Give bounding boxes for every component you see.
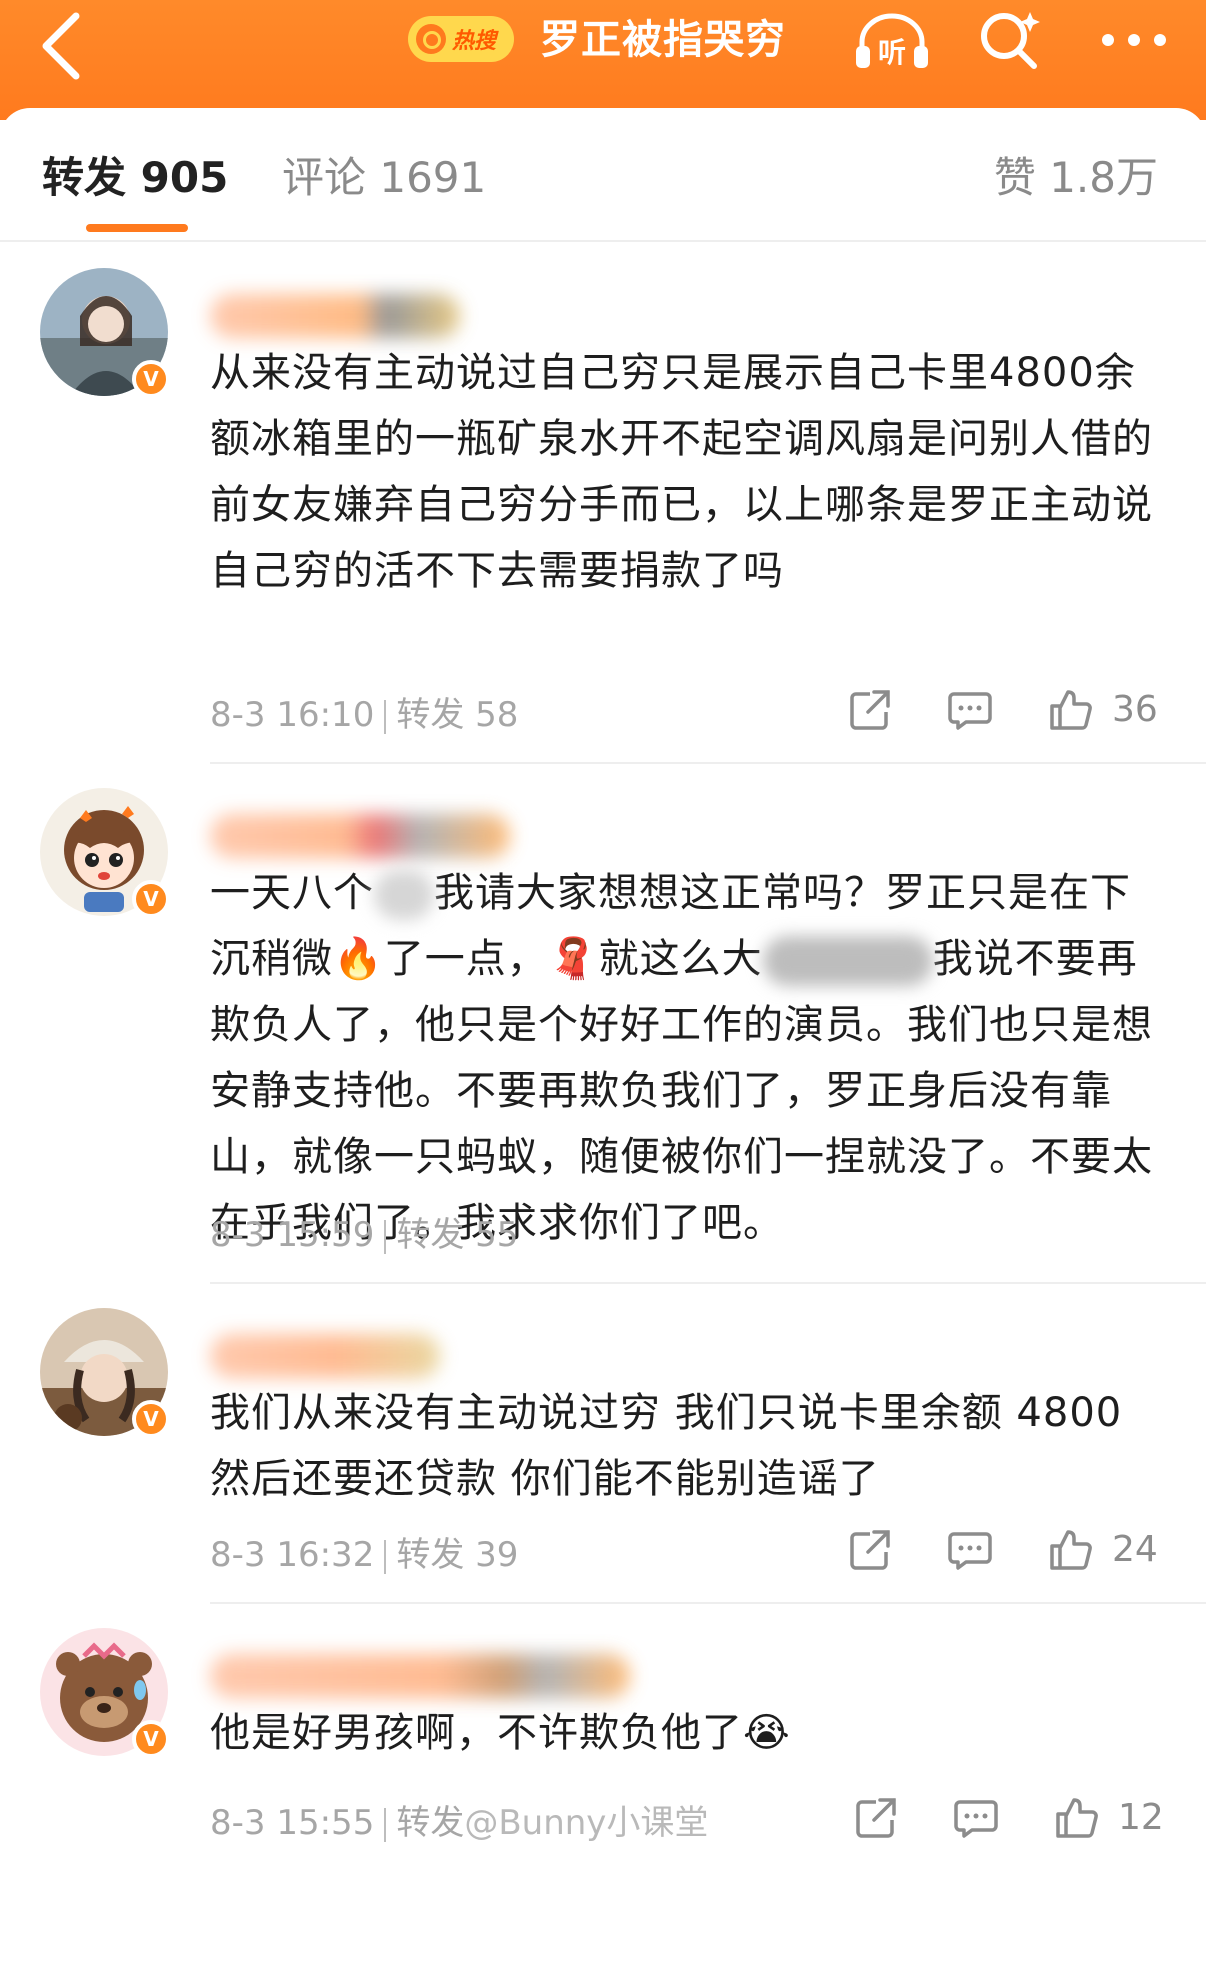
like-count: 24 [1112, 1529, 1158, 1570]
like-icon[interactable] [1046, 1526, 1094, 1574]
verified-badge-icon: V [132, 1400, 170, 1438]
verified-badge-icon: V [132, 880, 170, 918]
repost-count[interactable]: 转发 58 [396, 695, 518, 735]
comment-time: 8-3 16:32 [210, 1535, 375, 1575]
comment-time: 8-3 16:10 [210, 695, 375, 735]
fire-emoji-icon: 🔥 [333, 936, 384, 982]
more-button[interactable] [1094, 18, 1174, 62]
crying-emoji-icon: 😭 [743, 1710, 791, 1756]
comment-icon[interactable] [946, 1526, 994, 1574]
repost-count[interactable]: 转发 39 [396, 1535, 518, 1575]
verified-badge-icon: V [132, 1720, 170, 1758]
comment-text: 我们从来没有主动说过穷 我们只说卡里余额 4800 然后还要还贷款 你们能不能别… [210, 1390, 1123, 1502]
repost-count[interactable]: 转发 55 [396, 1215, 518, 1255]
search-button[interactable] [976, 6, 1042, 72]
search-small-icon [416, 24, 446, 54]
comment-actions: 36 [846, 686, 1186, 742]
like-count: 12 [1118, 1797, 1164, 1838]
listen-label: 听 [878, 36, 906, 69]
divider [210, 762, 1206, 764]
topic-title: 罗正被指哭穷 [540, 17, 786, 63]
more-dots-icon [1102, 34, 1166, 46]
share-icon[interactable] [846, 686, 894, 734]
username-blurred[interactable] [210, 1654, 630, 1698]
headphones-icon: 听 [856, 13, 928, 69]
comment-time: 8-3 15:55 [210, 1803, 375, 1843]
comment-meta: 8-3 16:10 转发 58 [210, 690, 518, 740]
tab-likes[interactable]: 赞 1.8万 [994, 148, 1158, 208]
comment-time: 8-3 15:59 [210, 1215, 375, 1255]
avatar[interactable]: V [40, 788, 170, 918]
verified-badge-icon: V [132, 360, 170, 398]
divider [210, 1282, 1206, 1284]
hot-search-badge: 热搜 [408, 16, 514, 62]
tab-comments[interactable]: 评论 1691 [282, 148, 486, 208]
comment-text: 从来没有主动说过自己穷只是展示自己卡里4800余额冰箱里的一瓶矿泉水开不起空调风… [210, 350, 1153, 594]
share-icon[interactable] [846, 1526, 894, 1574]
comment-actions: 24 [846, 1526, 1186, 1582]
comment-meta: 8-3 15:55 转发@Bunny小课堂 [210, 1798, 708, 1848]
comment-meta: 8-3 16:32 转发 39 [210, 1530, 518, 1580]
like-count: 36 [1112, 689, 1158, 730]
scarf-emoji-icon: 🧣 [547, 936, 599, 982]
divider [210, 1602, 1206, 1604]
blurred-content [762, 936, 933, 986]
repost-count[interactable]: 转发 [396, 1803, 464, 1843]
back-button[interactable] [32, 8, 92, 80]
hot-search-label: 热搜 [452, 29, 497, 54]
divider [0, 240, 1206, 242]
comment-actions: 12 [852, 1794, 1192, 1850]
like-icon[interactable] [1052, 1794, 1100, 1842]
tab-repost[interactable]: 转发 905 [42, 148, 228, 208]
tab-active-indicator [86, 224, 188, 232]
username-blurred[interactable] [210, 814, 510, 858]
comment-text: 他是好男孩啊，不许欺负他了😭 [210, 1710, 791, 1756]
chevron-left-icon [42, 12, 80, 80]
avatar[interactable]: V [40, 1308, 170, 1438]
tab-bar: 转发 905 评论 1691 赞 1.8万 [0, 108, 1206, 242]
comment-icon[interactable] [952, 1794, 1000, 1842]
share-icon[interactable] [852, 1794, 900, 1842]
username-blurred[interactable] [210, 294, 460, 338]
like-icon[interactable] [1046, 686, 1094, 734]
avatar[interactable]: V [40, 1628, 170, 1758]
username-blurred[interactable] [210, 1334, 440, 1378]
comment-icon[interactable] [946, 686, 994, 734]
comment-text: 一天八个 我请大家想想这正常吗？罗正只是在下沉稍微🔥了一点，🧣就这么大 我说不要再欺… [210, 870, 1153, 1246]
avatar[interactable]: V [40, 268, 170, 398]
watermark: @Bunny小课堂 [464, 1803, 709, 1843]
top-bar: 热搜 罗正被指哭穷 听 [0, 0, 1206, 120]
comments-card: 转发 905 评论 1691 赞 1.8万 V 从来没有主动说过自己穷只是展示自… [0, 108, 1206, 1970]
listen-button[interactable]: 听 [852, 10, 932, 72]
comment-meta: 8-3 15:59 转发 55 [210, 1210, 518, 1260]
blurred-content [374, 870, 434, 920]
search-icon [981, 12, 1040, 69]
